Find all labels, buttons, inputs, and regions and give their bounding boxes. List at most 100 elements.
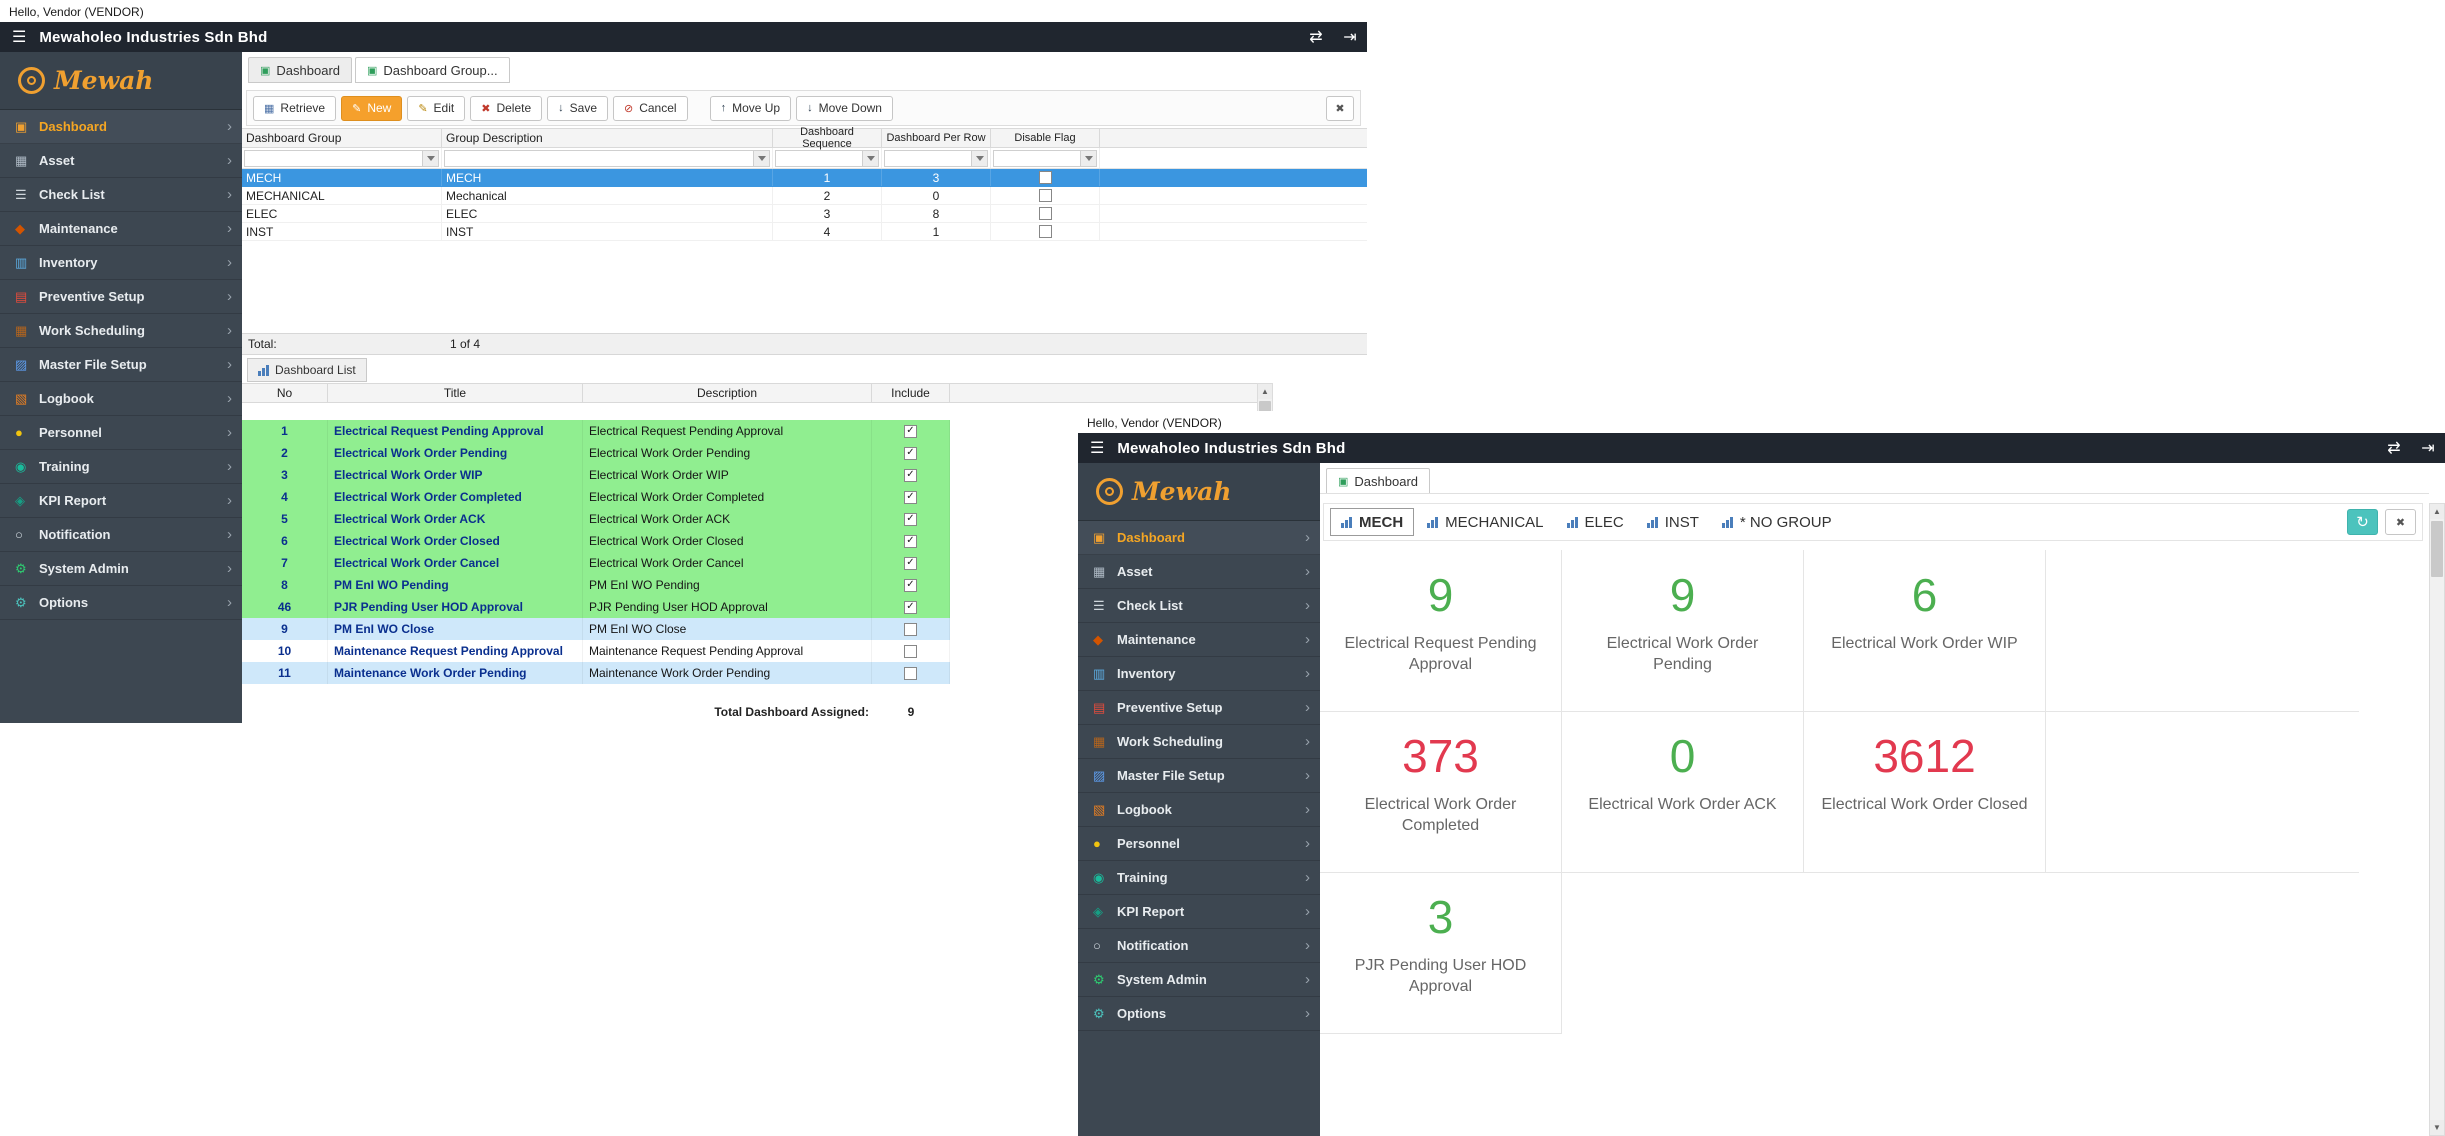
include-checkbox[interactable]: ✓	[904, 513, 917, 526]
hamburger-menu-icon[interactable]: ☰	[1090, 438, 1104, 458]
table-row[interactable]: INST INST 4 1 ✓	[242, 223, 1367, 241]
page-scrollbar[interactable]: ▲ ▼	[2429, 503, 2445, 1136]
dashboard-list-row[interactable]: 2Electrical Work Order PendingElectrical…	[242, 442, 950, 464]
dashboard-list-row[interactable]: 1Electrical Request Pending ApprovalElec…	[242, 420, 950, 442]
scrollbar-thumb[interactable]	[2431, 521, 2443, 577]
sidebar-item-dashboard[interactable]: ▣Dashboard›	[1078, 521, 1320, 555]
sidebar-item-notification[interactable]: ○Notification›	[1078, 929, 1320, 963]
sidebar-item-preventive-setup[interactable]: ▤Preventive Setup›	[0, 280, 242, 314]
include-checkbox[interactable]: ✓	[904, 557, 917, 570]
sidebar-item-check-list[interactable]: ☰Check List›	[1078, 589, 1320, 623]
sidebar-item-training[interactable]: ◉Training›	[0, 450, 242, 484]
tab-dashboard-list[interactable]: Dashboard List	[247, 358, 367, 382]
dashboard-list-row[interactable]: 5Electrical Work Order ACKElectrical Wor…	[242, 508, 950, 530]
include-checkbox[interactable]: ✓	[904, 535, 917, 548]
include-checkbox[interactable]: ✓	[904, 601, 917, 614]
column-filter-input[interactable]	[444, 150, 770, 167]
sidebar-item-check-list[interactable]: ☰Check List›	[0, 178, 242, 212]
tab-dashboard[interactable]: ▣Dashboard	[1326, 468, 1430, 494]
move-down-button[interactable]: ↓Move Down	[796, 96, 893, 121]
include-checkbox[interactable]: ✓	[904, 447, 917, 460]
dashboard-list-row[interactable]: 8PM EnI WO PendingPM EnI WO Pending✓	[242, 574, 950, 596]
disable-flag-checkbox[interactable]: ✓	[1039, 225, 1052, 238]
column-filter-input[interactable]	[993, 150, 1097, 167]
disable-flag-checkbox[interactable]: ✓	[1039, 189, 1052, 202]
group-tab-no-group[interactable]: * NO GROUP	[1712, 508, 1842, 536]
close-panel-button[interactable]: ✖	[1326, 96, 1354, 121]
retrieve-button[interactable]: ▦Retrieve	[253, 96, 336, 121]
dashboard-list-row[interactable]: 3Electrical Work Order WIPElectrical Wor…	[242, 464, 950, 486]
filter-funnel-button[interactable]	[1080, 151, 1096, 166]
swap-view-icon[interactable]: ⇄	[1299, 27, 1333, 47]
group-tab-mech[interactable]: MECH	[1330, 508, 1414, 536]
scroll-up-arrow[interactable]: ▲	[1258, 384, 1272, 399]
group-tab-elec[interactable]: ELEC	[1557, 508, 1634, 536]
sidebar-item-maintenance[interactable]: ◆Maintenance›	[0, 212, 242, 246]
table-row[interactable]: ELEC ELEC 3 8 ✓	[242, 205, 1367, 223]
sidebar-item-logbook[interactable]: ▧Logbook›	[1078, 793, 1320, 827]
sidebar-item-personnel[interactable]: ●Personnel›	[0, 416, 242, 450]
tab-dashboard[interactable]: ▣Dashboard	[248, 57, 352, 83]
column-header-title[interactable]: Title	[328, 384, 583, 402]
sidebar-item-system-admin[interactable]: ⚙System Admin›	[1078, 963, 1320, 997]
sidebar-item-preventive-setup[interactable]: ▤Preventive Setup›	[1078, 691, 1320, 725]
sidebar-item-kpi-report[interactable]: ◈KPI Report›	[0, 484, 242, 518]
include-checkbox[interactable]: ✓	[904, 469, 917, 482]
column-header-include[interactable]: Include	[872, 384, 950, 402]
dashboard-list-row[interactable]: 10Maintenance Request Pending ApprovalMa…	[242, 640, 950, 662]
table-row[interactable]: MECHANICAL Mechanical 2 0 ✓	[242, 187, 1367, 205]
column-header-no[interactable]: No	[242, 384, 328, 402]
include-checkbox[interactable]: ✓	[904, 623, 917, 636]
sidebar-item-dashboard[interactable]: ▣Dashboard›	[0, 110, 242, 144]
column-header-dashboard-per-row[interactable]: Dashboard Per Row	[882, 129, 991, 147]
filter-funnel-button[interactable]	[422, 151, 438, 166]
sidebar-item-options[interactable]: ⚙Options›	[1078, 997, 1320, 1031]
sidebar-item-personnel[interactable]: ●Personnel›	[1078, 827, 1320, 861]
sidebar-item-training[interactable]: ◉Training›	[1078, 861, 1320, 895]
filter-funnel-button[interactable]	[971, 151, 987, 166]
scroll-down-arrow[interactable]: ▼	[2430, 1120, 2444, 1135]
close-dashboard-button[interactable]: ✖	[2385, 509, 2416, 535]
sidebar-item-work-scheduling[interactable]: ▦Work Scheduling›	[1078, 725, 1320, 759]
scroll-up-arrow[interactable]: ▲	[2430, 504, 2444, 519]
include-checkbox[interactable]: ✓	[904, 667, 917, 680]
new-button[interactable]: ✎New	[341, 96, 402, 121]
sidebar-item-kpi-report[interactable]: ◈KPI Report›	[1078, 895, 1320, 929]
delete-button[interactable]: ✖Delete	[470, 96, 542, 121]
sidebar-item-asset[interactable]: ▦Asset›	[0, 144, 242, 178]
include-checkbox[interactable]: ✓	[904, 425, 917, 438]
include-checkbox[interactable]: ✓	[904, 579, 917, 592]
column-header-disable-flag[interactable]: Disable Flag	[991, 129, 1100, 147]
dashboard-list-row[interactable]: 11Maintenance Work Order PendingMaintena…	[242, 662, 950, 684]
dashboard-list-row[interactable]: 9PM EnI WO ClosePM EnI WO Close✓	[242, 618, 950, 640]
sidebar-item-work-scheduling[interactable]: ▦Work Scheduling›	[0, 314, 242, 348]
column-filter-input[interactable]	[884, 150, 988, 167]
logout-icon[interactable]: ⇥	[1333, 27, 1367, 47]
sidebar-item-logbook[interactable]: ▧Logbook›	[0, 382, 242, 416]
column-header-dashboard-sequence[interactable]: Dashboard Sequence	[773, 129, 882, 147]
sidebar-item-notification[interactable]: ○Notification›	[0, 518, 242, 552]
filter-funnel-button[interactable]	[862, 151, 878, 166]
dashboard-list-row[interactable]: 7Electrical Work Order CancelElectrical …	[242, 552, 950, 574]
dashboard-list-row[interactable]: 46PJR Pending User HOD ApprovalPJR Pendi…	[242, 596, 950, 618]
column-header-dashboard-group[interactable]: Dashboard Group	[242, 129, 442, 147]
include-checkbox[interactable]: ✓	[904, 491, 917, 504]
dashboard-list-row[interactable]: 4Electrical Work Order CompletedElectric…	[242, 486, 950, 508]
column-header-group-description[interactable]: Group Description	[442, 129, 773, 147]
column-filter-input[interactable]	[775, 150, 879, 167]
group-tab-mechanical[interactable]: MECHANICAL	[1417, 508, 1553, 536]
column-header-description[interactable]: Description	[583, 384, 872, 402]
sidebar-item-inventory[interactable]: ▥Inventory›	[1078, 657, 1320, 691]
edit-button[interactable]: ✎Edit	[407, 96, 465, 121]
tab-dashboard-group[interactable]: ▣Dashboard Group...	[355, 57, 510, 83]
sidebar-item-system-admin[interactable]: ⚙System Admin›	[0, 552, 242, 586]
sidebar-item-asset[interactable]: ▦Asset›	[1078, 555, 1320, 589]
sidebar-item-master-file-setup[interactable]: ▨Master File Setup›	[1078, 759, 1320, 793]
disable-flag-checkbox[interactable]: ✓	[1039, 207, 1052, 220]
sidebar-item-master-file-setup[interactable]: ▨Master File Setup›	[0, 348, 242, 382]
include-checkbox[interactable]: ✓	[904, 645, 917, 658]
move-up-button[interactable]: ↑Move Up	[710, 96, 792, 121]
hamburger-menu-icon[interactable]: ☰	[12, 27, 26, 47]
dashboard-list-row[interactable]: 6Electrical Work Order ClosedElectrical …	[242, 530, 950, 552]
swap-view-icon[interactable]: ⇄	[2377, 438, 2411, 458]
